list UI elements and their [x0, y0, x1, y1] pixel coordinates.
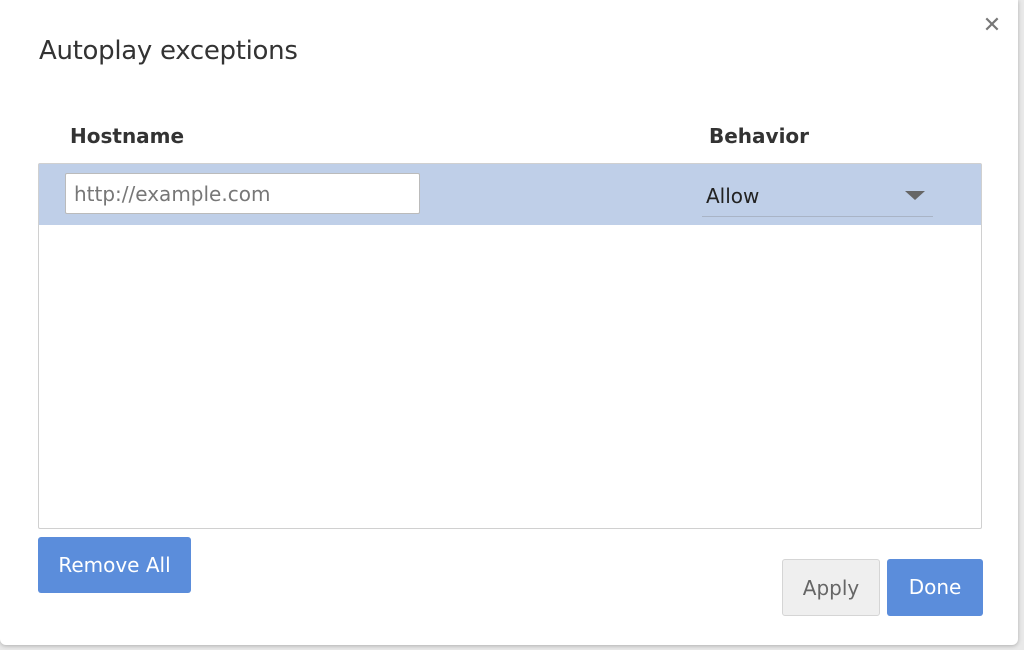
done-button[interactable]: Done — [887, 559, 983, 616]
apply-button[interactable]: Apply — [782, 559, 880, 616]
table-row: Allow — [39, 164, 981, 225]
column-header-behavior: Behavior — [709, 124, 810, 148]
dialog-title: Autoplay exceptions — [39, 36, 298, 66]
close-icon[interactable]: ✕ — [980, 14, 1004, 38]
column-header-hostname: Hostname — [70, 124, 185, 148]
behavior-select[interactable]: Allow — [702, 176, 933, 217]
behavior-select-value: Allow — [706, 184, 760, 208]
chevron-down-icon — [905, 191, 925, 200]
hostname-input[interactable] — [65, 173, 420, 214]
remove-all-button[interactable]: Remove All — [38, 537, 191, 593]
exceptions-list: Allow — [38, 163, 982, 529]
autoplay-exceptions-dialog: ✕ Autoplay exceptions Hostname Behavior … — [0, 0, 1018, 645]
